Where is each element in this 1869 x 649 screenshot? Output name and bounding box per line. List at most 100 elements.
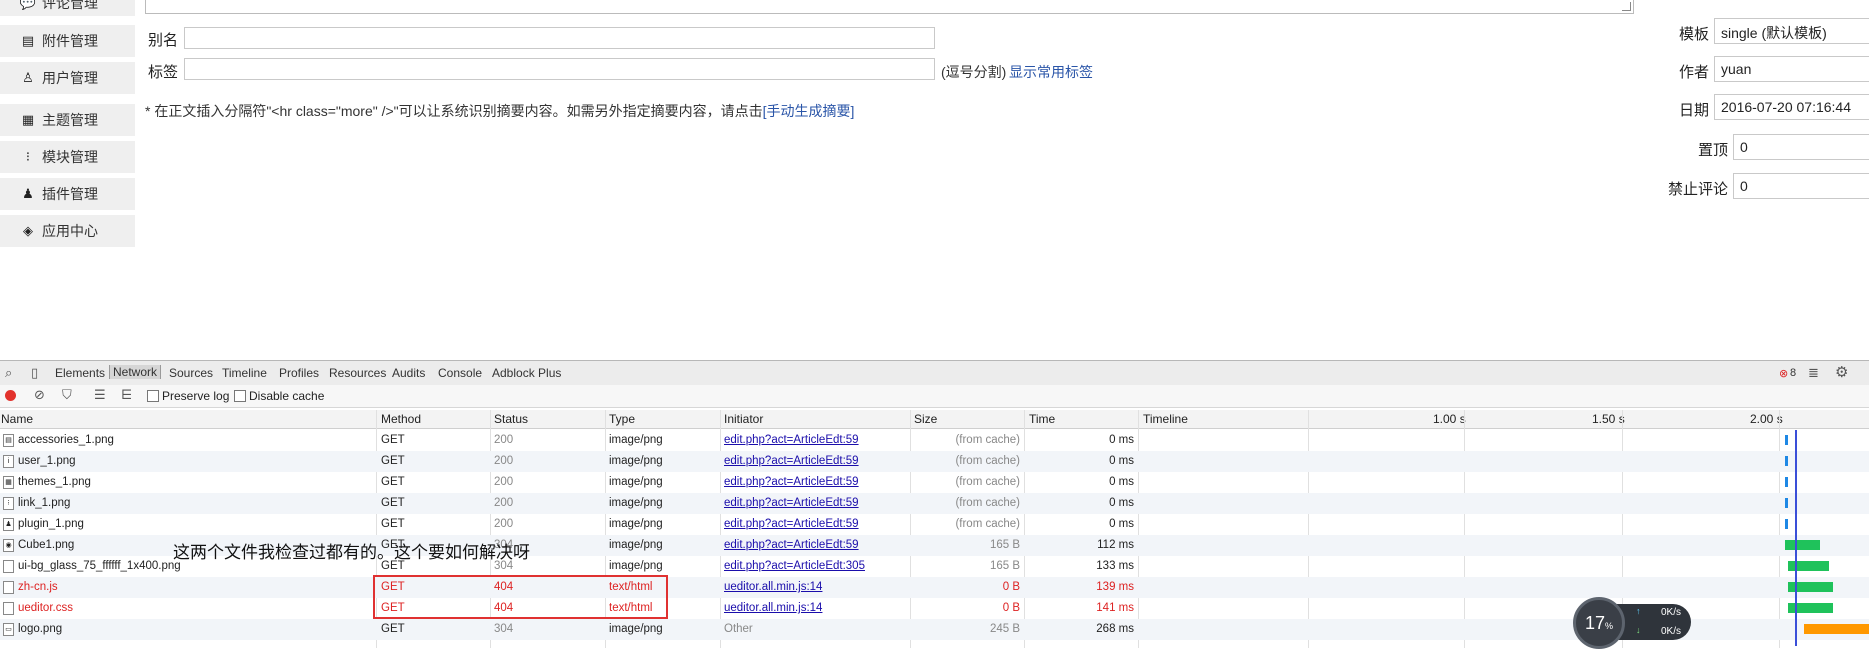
col-name[interactable]: Name [1,412,33,426]
sidebar-item-modules[interactable]: ⁝ 模块管理 [0,141,135,173]
request-size: 165 B [989,560,1020,572]
col-timeline[interactable]: Timeline [1143,412,1188,426]
col-size[interactable]: Size [914,412,937,426]
sidebar-item-users[interactable]: ♙ 用户管理 [0,62,135,94]
tab-network[interactable]: Network [109,365,162,379]
disable-cache-checkbox[interactable] [234,390,246,402]
waterfall-bar[interactable] [1785,477,1789,487]
tab-sources[interactable]: Sources [169,366,213,380]
request-name: ueditor.css [18,602,73,614]
attachment-icon: ▤ [21,33,35,48]
tab-console[interactable]: Console [438,366,482,380]
disable-comments-input[interactable]: 0 [1733,173,1869,199]
sidebar-item-app-center[interactable]: ◈ 应用中心 [0,215,135,247]
large-rows-icon[interactable]: ☰ [94,387,106,403]
show-common-tags-link[interactable]: 显示常用标签 [1009,62,1093,82]
col-time[interactable]: Time [1029,412,1055,426]
request-type: image/png [609,455,663,467]
initiator-link[interactable]: ueditor.all.min.js:14 [724,581,822,593]
request-time: 139 ms [1096,581,1134,593]
request-method: GET [381,518,405,530]
request-row[interactable]: ⁝ link_1.png GET 200 image/png edit.php?act=A… [0,493,1869,514]
initiator-link[interactable]: edit.php?act=ArticleEdt:59 [724,518,859,530]
waterfall-bar[interactable] [1785,456,1789,466]
template-select[interactable]: single (默认模板) [1714,18,1869,44]
sidebar-item-plugins[interactable]: ♟ 插件管理 [0,178,135,210]
request-row[interactable]: ▤ accessories_1.png GET 200 image/png edit.ph… [0,430,1869,451]
clear-icon[interactable]: ⊘ [34,387,45,403]
tab-resources[interactable]: Resources [329,366,386,380]
tab-profiles[interactable]: Profiles [279,366,319,380]
sidebar-item-label: 评论管理 [42,0,98,11]
request-size: (from cache) [955,476,1020,488]
col-method[interactable]: Method [381,412,421,426]
device-mode-icon[interactable]: ▯ [31,365,38,381]
request-row[interactable]: zh-cn.js GET 404 text/html ueditor.all.min.j… [0,577,1869,598]
generate-summary-link[interactable]: [手动生成摘要] [763,103,855,119]
initiator-link[interactable]: edit.php?act=ArticleEdt:59 [724,497,859,509]
error-count[interactable]: 8 [1790,367,1796,379]
request-row[interactable]: i user_1.png GET 200 image/png edit.php?act=A… [0,451,1869,472]
settings-gear-icon[interactable]: ⚙ [1835,363,1848,381]
request-size: 165 B [989,539,1020,551]
request-size: (from cache) [955,434,1020,446]
sidebar-item-themes[interactable]: ▦ 主题管理 [0,104,135,136]
sidebar-item-attachments[interactable]: ▤ 附件管理 [0,25,135,57]
request-status: 200 [494,497,514,509]
summary-hint: * 在正文插入分隔符"<hr class="more" />"可以让系统识别摘要… [145,101,854,121]
col-initiator[interactable]: Initiator [724,412,763,426]
col-status[interactable]: Status [494,412,528,426]
request-row[interactable]: ♟ plugin_1.png GET 200 image/png edit.php?act… [0,514,1869,535]
tick-label: 2.00 s [1750,412,1783,426]
request-time: 133 ms [1096,560,1134,572]
error-icon[interactable]: ⊗ [1779,367,1788,380]
request-time: 0 ms [1109,476,1134,488]
tags-input[interactable] [184,58,935,80]
sticky-input[interactable]: 0 [1733,134,1869,160]
alias-input[interactable] [184,27,935,49]
date-input[interactable]: 2016-07-20 07:16:44 [1714,94,1869,120]
request-name: themes_1.png [18,476,91,488]
request-size: (from cache) [955,455,1020,467]
initiator-link[interactable]: edit.php?act=ArticleEdt:59 [724,539,859,551]
waterfall-bar[interactable] [1785,498,1789,508]
initiator-link[interactable]: edit.php?act=ArticleEdt:59 [724,434,859,446]
content-editor[interactable] [145,0,1634,14]
disable-cache-label: Disable cache [249,389,325,403]
waterfall-bar[interactable] [1804,624,1869,634]
filter-icon[interactable]: ⛉ [62,387,72,403]
tab-audits[interactable]: Audits [392,366,425,380]
initiator-link[interactable]: edit.php?act=ArticleEdt:59 [724,476,859,488]
tab-timeline[interactable]: Timeline [222,366,267,380]
sidebar-item-label: 应用中心 [42,223,98,239]
resize-grip-icon[interactable] [1622,2,1631,11]
initiator-link[interactable]: edit.php?act=ArticleEdt:59 [724,455,859,467]
waterfall-bar[interactable] [1785,540,1820,550]
request-time: 268 ms [1096,623,1134,635]
file-icon [3,581,14,594]
download-arrow-icon: ↓ [1636,625,1641,635]
file-icon [3,602,14,615]
col-type[interactable]: Type [609,412,635,426]
inspect-search-icon[interactable]: ⌕ [5,365,12,381]
waterfall-bar[interactable] [1785,519,1789,529]
upload-arrow-icon: ↑ [1636,606,1641,616]
waterfall-bar[interactable] [1785,435,1789,445]
request-type: image/png [609,497,663,509]
tab-elements[interactable]: Elements [55,366,105,380]
comment-icon: 💬 [19,0,37,10]
sidebar-item-comments[interactable]: 💬 评论管理 [0,0,135,16]
network-speed-widget[interactable]: 17% ↑ 0K/s ↓ 0K/s [1573,597,1693,649]
preserve-log-checkbox[interactable] [147,390,159,402]
initiator-link[interactable]: edit.php?act=ArticleEdt:305 [724,560,865,572]
console-drawer-icon[interactable]: ≣ [1808,365,1819,381]
tab-adblock-plus[interactable]: Adblock Plus [492,366,561,380]
record-icon[interactable] [5,390,16,401]
request-size: (from cache) [955,518,1020,530]
overview-icon[interactable]: ⋿ [121,387,132,403]
request-row[interactable]: ▦ themes_1.png GET 200 image/png edit.php?act… [0,472,1869,493]
file-icon: i [3,455,14,468]
initiator-link[interactable]: ueditor.all.min.js:14 [724,602,822,614]
request-time: 0 ms [1109,455,1134,467]
author-input[interactable]: yuan [1714,56,1869,82]
